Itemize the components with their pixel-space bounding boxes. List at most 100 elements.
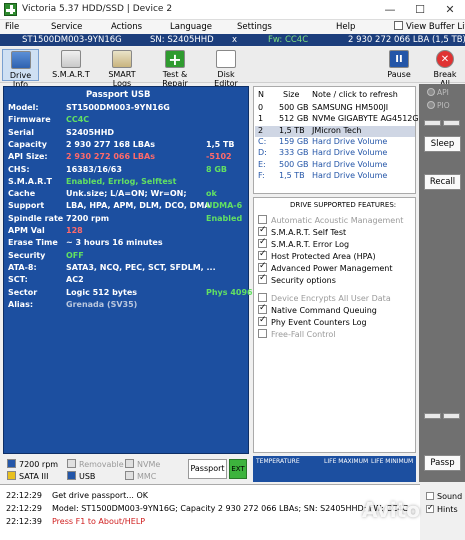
passport-key: Cache — [8, 189, 36, 199]
device-list-row[interactable]: F: 1,5 TB Hard Drive Volume — [255, 171, 415, 182]
menu-settings[interactable]: Settings — [237, 22, 272, 32]
passport-row: Alias: Grenada (SV35) — [8, 300, 248, 312]
mini-button-left[interactable] — [424, 120, 441, 126]
passport-key: Erase Time — [8, 238, 58, 248]
device-list: N Size Note / click to refresh 0 500 GB SA… — [253, 86, 419, 194]
api-radio[interactable]: API — [427, 88, 449, 97]
passport-value: ST1500DM003-9YN16G — [66, 103, 170, 112]
feature-checkbox — [258, 215, 267, 224]
victoria-app-icon — [4, 3, 17, 16]
hints-checkbox[interactable] — [426, 503, 434, 513]
test-repair-button[interactable]: Test & Repair — [150, 49, 200, 88]
passport-value: OFF — [66, 250, 84, 260]
device-note: NVMe GIGABYTE AG4512G — [312, 114, 419, 124]
device-size: 500 GB — [279, 159, 309, 169]
log-message: Model: ST1500DM003-9YN16G; Capacity 2 93… — [52, 504, 409, 513]
menu-file[interactable]: File — [5, 22, 19, 32]
legend-label: Removable — [79, 460, 124, 469]
device-list-row[interactable]: C: 159 GB Hard Drive Volume — [255, 137, 415, 148]
device-list-header-note[interactable]: Note / click to refresh — [312, 90, 398, 99]
passport-row: CHS: 16383/16/63 8 GB — [8, 165, 248, 177]
mini-button-left-bottom[interactable] — [424, 413, 441, 419]
passport-value: 7200 rpm — [66, 213, 110, 223]
passport-value: 2 930 277 168 LBAs — [66, 139, 155, 149]
legend-item: USB — [67, 471, 95, 481]
feature-checkbox — [258, 293, 267, 302]
sound-checkbox[interactable] — [426, 492, 434, 500]
device-list-row[interactable]: 2 1,5 TB JMicron Tech — [255, 125, 415, 137]
pio-radio[interactable]: PIO — [427, 101, 450, 110]
menu-service[interactable]: Service — [51, 22, 82, 32]
mini-button-right-bottom[interactable] — [443, 413, 460, 419]
passport-row: S.M.A.R.T Enabled, Errlog, Selftest — [8, 177, 248, 189]
device-list-header-size: Size — [283, 90, 300, 99]
disk-editor-button[interactable]: Disk Editor — [206, 49, 246, 88]
features-title: DRIVE SUPPORTED FEATURES: — [290, 201, 397, 209]
close-button[interactable]: ✕ — [435, 0, 465, 20]
passport-value: Logic 512 bytes — [66, 287, 138, 297]
passport-value: SATA3, NCQ, PEC, SCT, SFDLM, ... — [66, 262, 216, 272]
passport-key: Serial — [8, 127, 35, 137]
mini-button-right[interactable] — [443, 120, 460, 126]
device-list-row[interactable]: 1 512 GB NVMe GIGABYTE AG4512G — [255, 114, 419, 125]
device-note: Hard Drive Volume — [312, 136, 388, 146]
menu-language[interactable]: Language — [170, 22, 212, 32]
passport-extra: UDMA-6 — [206, 201, 243, 211]
event-log: 22:12:29 Get drive passport... OK 22:12:2… — [0, 484, 420, 540]
passport-key: Security — [8, 250, 46, 260]
passport-value: 2 930 272 066 LBAs — [66, 152, 155, 162]
log-row: 22:12:29 Get drive passport... OK — [6, 491, 148, 500]
passport-row: Firmware CC4C — [8, 115, 248, 127]
passport-value: LBA, HPA, APM, DLM, DCO, DMA — [66, 201, 211, 211]
pause-label: Pause — [387, 70, 411, 79]
smart-logs-button[interactable]: SMART Logs — [99, 49, 145, 88]
break-all-button[interactable]: Break All — [428, 49, 462, 88]
device-info-bar: ST1500DM003-9YN16G SN: S2405HHD x Fw: CC… — [0, 34, 465, 46]
passport-extra: 1,5 TB — [206, 139, 235, 149]
view-buffer-live-toggle[interactable]: View Buffer Live — [394, 21, 465, 32]
pio-radio-label: PIO — [437, 101, 450, 110]
device-list-row[interactable]: 0 500 GB SAMSUNG HM500JI — [255, 103, 415, 114]
device-serial: SN: S2405HHD — [150, 35, 214, 45]
passport-row: APM Val 128 — [8, 226, 248, 238]
menu-actions[interactable]: Actions — [111, 22, 142, 32]
recall-button[interactable]: Recall — [424, 174, 461, 190]
sound-option[interactable]: Sound — [426, 492, 462, 501]
view-buffer-live-checkbox[interactable] — [394, 21, 403, 30]
ext-button[interactable]: EXT — [229, 459, 247, 479]
feature-item: Free-Fall Control — [258, 329, 336, 339]
device-note: Hard Drive Volume — [312, 170, 388, 180]
pause-button[interactable]: Pause — [386, 49, 412, 81]
minimize-button[interactable]: — — [375, 0, 405, 20]
passport-key: Model: — [8, 103, 39, 112]
smart-logs-icon — [112, 50, 132, 68]
passport-key: Support — [8, 201, 45, 211]
smart-button[interactable]: S.M.A.R.T — [51, 49, 91, 81]
log-row: 22:12:29 Model: ST1500DM003-9YN16G; Capac… — [6, 504, 408, 513]
menu-help[interactable]: Help — [336, 22, 355, 32]
passport-row: Capacity 2 930 277 168 LBAs 1,5 TB — [8, 140, 248, 152]
passport-value: Grenada (SV35) — [66, 299, 138, 309]
device-list-row[interactable]: E: 500 GB Hard Drive Volume — [255, 160, 415, 171]
maximize-button[interactable]: ☐ — [405, 0, 435, 20]
hints-option[interactable]: Hints — [426, 503, 458, 514]
feature-item: S.M.A.R.T. Error Log — [258, 237, 349, 249]
feature-label: Security options — [271, 276, 336, 285]
drive-info-button[interactable]: Drive Info — [2, 49, 39, 89]
feature-label: Automatic Acoustic Management — [271, 216, 404, 225]
sleep-button[interactable]: Sleep — [424, 136, 461, 152]
device-num: C: — [258, 136, 267, 146]
bottom-options: Sound Hints — [420, 484, 465, 540]
passport-button[interactable]: Passport — [188, 459, 227, 479]
passport-value: Enabled, Errlog, Selftest — [66, 176, 177, 186]
feature-item: Security options — [258, 273, 336, 285]
log-row: 22:12:39 Press F1 to About/HELP — [6, 517, 145, 526]
passp-button[interactable]: Passp — [424, 455, 461, 471]
device-size: 1,5 TB — [279, 170, 305, 180]
device-list-row[interactable]: D: 333 GB Hard Drive Volume — [255, 148, 415, 159]
pio-radio-circle[interactable] — [427, 101, 435, 109]
drive-info-icon — [10, 51, 31, 69]
device-note: Hard Drive Volume — [312, 148, 388, 158]
device-size: 333 GB — [279, 148, 309, 158]
api-radio-circle[interactable] — [427, 88, 435, 96]
